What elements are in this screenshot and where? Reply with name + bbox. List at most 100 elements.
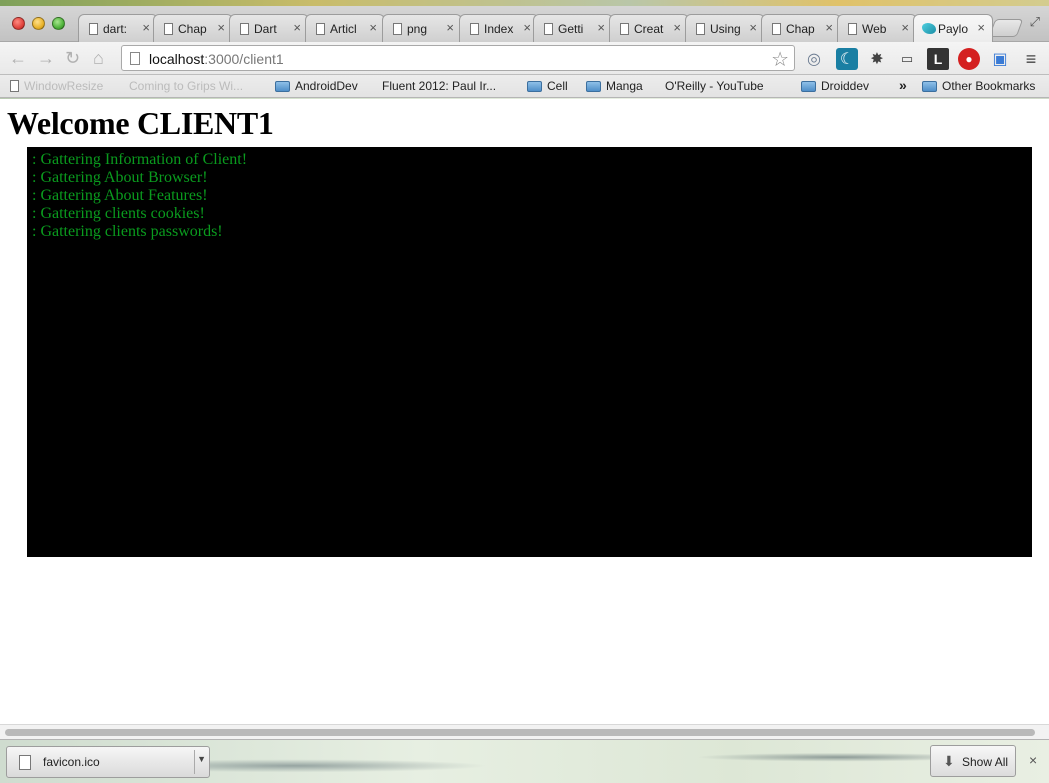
tab[interactable]: dart: × <box>78 14 158 42</box>
doc-icon <box>10 80 19 92</box>
console-line: : Gattering About Features! <box>32 187 208 204</box>
bookmark-label: O'Reilly - YouTube <box>665 79 764 93</box>
bookmark-item[interactable]: AndroidDev <box>275 79 358 93</box>
bookmark-item[interactable]: Cell <box>527 79 568 93</box>
extension-swirl-icon[interactable]: ◎ <box>803 48 825 70</box>
tab[interactable]: Web × <box>837 14 917 42</box>
close-tab-icon[interactable]: × <box>825 20 833 35</box>
console-line: : Gattering Information of Client! <box>32 151 248 168</box>
tab[interactable]: Getti × <box>533 14 613 42</box>
close-tab-icon[interactable]: × <box>749 20 757 35</box>
bookmark-item[interactable]: Manga <box>586 79 643 93</box>
tab[interactable]: Dart × <box>229 14 309 42</box>
tab-title: Creat <box>634 22 664 36</box>
payload-favicon-icon <box>922 23 936 34</box>
bookmark-item[interactable]: O'Reilly - YouTube <box>660 79 764 93</box>
tab[interactable]: Creat × <box>609 14 689 42</box>
tab[interactable]: Articl × <box>305 14 385 42</box>
show-all-label: Show All <box>962 755 1009 769</box>
url-text[interactable]: localhost:3000/client1 <box>149 51 284 67</box>
tab[interactable]: Using × <box>685 14 765 42</box>
close-tab-icon[interactable]: × <box>369 20 377 35</box>
bookmark-label: WindowResize <box>24 79 104 93</box>
tab[interactable]: Index × <box>459 14 539 42</box>
close-tab-icon[interactable]: × <box>142 20 150 35</box>
ruler-icon[interactable]: ▭ <box>896 48 918 70</box>
show-all-downloads-button[interactable]: ⬇ Show All <box>930 745 1016 777</box>
bookmark-item[interactable]: Coming to Grips Wi... <box>124 79 243 93</box>
document-icon <box>164 23 173 35</box>
zoom-window-button[interactable] <box>52 17 65 30</box>
console-line: : Gattering clients passwords! <box>32 223 223 240</box>
close-window-button[interactable] <box>12 17 25 30</box>
document-icon <box>393 23 402 35</box>
folder-icon <box>586 80 601 92</box>
close-tab-icon[interactable]: × <box>597 20 605 35</box>
download-shelf: favicon.ico ▼ ⬇ Show All × <box>0 739 1049 783</box>
close-tab-icon[interactable]: × <box>446 20 454 35</box>
folder-icon <box>275 80 290 92</box>
close-tab-icon[interactable]: × <box>523 20 531 35</box>
gear-icon[interactable]: ✸ <box>866 48 888 70</box>
tab-strip: dart: × Chap × Dart × Articl × png × Index × Getti × C… <box>0 0 1049 42</box>
reload-icon[interactable]: ↻ <box>65 48 80 68</box>
file-icon <box>19 755 31 770</box>
chevron-down-icon[interactable]: ▼ <box>197 754 206 764</box>
tab[interactable]: png × <box>382 14 462 42</box>
console-line: : Gattering clients cookies! <box>32 205 205 222</box>
extension-screen-icon[interactable]: ▣ <box>989 48 1011 70</box>
horizontal-scrollbar[interactable] <box>0 724 1049 739</box>
stop-sign-icon[interactable]: ● <box>958 48 980 70</box>
tab-title: Articl <box>330 22 357 36</box>
home-icon[interactable]: ⌂ <box>93 48 104 68</box>
page-content: Welcome CLIENT1 : Gattering Information … <box>0 99 1049 724</box>
extension-l-icon[interactable]: L <box>927 48 949 70</box>
toolbar: ← → ↻ ⌂ localhost:3000/client1 ☆ ◎ ☾ ✸ ▭… <box>0 42 1049 75</box>
bookmark-item[interactable]: Droiddev <box>801 79 869 93</box>
close-shelf-icon[interactable]: × <box>1029 752 1037 768</box>
download-arrow-icon: ⬇ <box>943 753 955 769</box>
download-item[interactable]: favicon.ico ▼ <box>6 746 210 778</box>
document-icon <box>89 23 98 35</box>
extension-wave-icon[interactable]: ☾ <box>836 48 858 70</box>
close-tab-icon[interactable]: × <box>217 20 225 35</box>
menu-icon[interactable]: ≡ <box>1020 48 1042 70</box>
tab-title: Dart <box>254 22 277 36</box>
fullscreen-icon[interactable]: ⤢ <box>1030 14 1040 30</box>
document-icon <box>772 23 781 35</box>
tab[interactable]: Paylo × <box>913 14 993 42</box>
page-icon <box>130 52 140 65</box>
new-tab-button[interactable] <box>988 19 1024 37</box>
bookmark-label: Cell <box>547 79 568 93</box>
close-tab-icon[interactable]: × <box>901 20 909 35</box>
other-bookmarks-label: Other Bookmarks <box>942 79 1036 93</box>
back-arrow-icon[interactable]: ← <box>9 48 27 68</box>
forward-arrow-icon[interactable]: → <box>37 48 55 68</box>
bookmark-star-icon[interactable]: ☆ <box>771 47 789 72</box>
bookmark-label: Droiddev <box>821 79 870 93</box>
bookmarks-overflow-chevron[interactable]: » <box>899 77 907 93</box>
document-icon <box>470 23 479 35</box>
scrollbar-thumb[interactable] <box>5 729 1035 736</box>
document-icon <box>316 23 325 35</box>
bookmark-item[interactable]: WindowResize <box>10 79 103 93</box>
close-tab-icon[interactable]: × <box>293 20 301 35</box>
bookmark-label: Manga <box>606 79 643 93</box>
address-bar[interactable]: localhost:3000/client1 ☆ <box>121 45 795 71</box>
tab-title: Getti <box>558 22 584 36</box>
close-tab-icon[interactable]: × <box>977 20 985 35</box>
url-path: :3000/client1 <box>204 51 284 67</box>
browser-window: dart: × Chap × Dart × Articl × png × Index × Getti × C… <box>0 0 1049 783</box>
tab[interactable]: Chap × <box>761 14 841 42</box>
tab-title: Index <box>484 22 514 36</box>
tab-title: dart: <box>103 22 128 36</box>
other-bookmarks[interactable]: Other Bookmarks <box>922 79 1035 93</box>
bookmark-item[interactable]: Fluent 2012: Paul Ir... <box>377 79 496 93</box>
document-icon <box>848 23 857 35</box>
minimize-window-button[interactable] <box>32 17 45 30</box>
bookmark-label: AndroidDev <box>295 79 358 93</box>
document-icon <box>544 23 553 35</box>
tab[interactable]: Chap × <box>153 14 233 42</box>
close-tab-icon[interactable]: × <box>673 20 681 35</box>
download-item-divider <box>194 750 195 774</box>
